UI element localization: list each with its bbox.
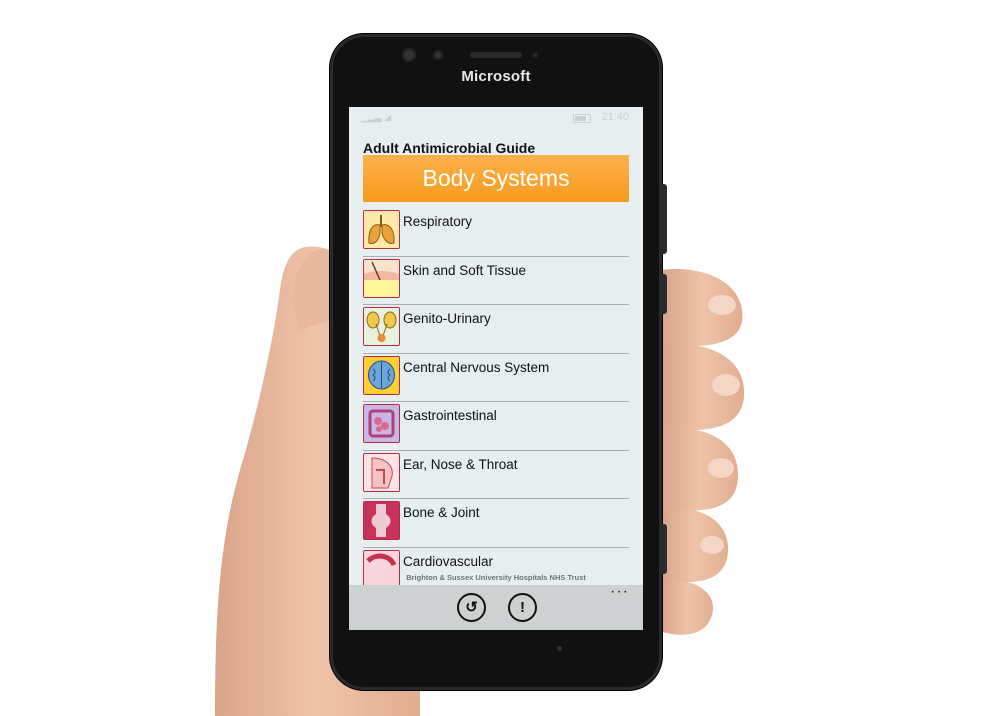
- more-options-button[interactable]: ···: [610, 583, 629, 601]
- list-item-label: Central Nervous System: [403, 359, 550, 375]
- earpiece-speaker: [470, 52, 522, 58]
- list-item-skin[interactable]: Skin and Soft Tissue: [363, 257, 629, 305]
- signal-icon: ▁▂▃ ◢: [361, 112, 392, 122]
- sensor-icon: [433, 50, 443, 60]
- back-button[interactable]: ↺: [457, 593, 486, 622]
- phone-device: Microsoft ▁▂▃ ◢ 21:40 Adult Antimicrobia…: [330, 34, 667, 690]
- list-item-label: Gastrointestinal: [403, 408, 497, 423]
- exclamation-icon: !: [520, 599, 525, 616]
- list-item-label: Genito-Urinary: [403, 311, 491, 326]
- lungs-icon: [363, 210, 400, 249]
- skin-icon: [363, 258, 400, 298]
- footer-credit: Brighton & Sussex University Hospitals N…: [406, 573, 586, 582]
- list-item-cns[interactable]: Central Nervous System: [363, 354, 629, 402]
- app-bar: ↺ ! ···: [349, 583, 643, 630]
- intestines-icon: [363, 404, 400, 443]
- brain-icon: [363, 355, 400, 395]
- list-item-ent[interactable]: Ear, Nose & Throat: [363, 451, 629, 499]
- phone-screen: ▁▂▃ ◢ 21:40 Adult Antimicrobial Guide Bo…: [349, 107, 643, 630]
- body-systems-list: Respiratory Skin and Soft Tissue Genito-…: [363, 208, 629, 595]
- joint-icon: [363, 501, 400, 540]
- kidneys-icon: [363, 307, 400, 346]
- list-item-bone-joint[interactable]: Bone & Joint: [363, 499, 629, 548]
- section-banner: Body Systems: [363, 155, 629, 202]
- status-bar: ▁▂▃ ◢ 21:40: [349, 107, 643, 129]
- info-button[interactable]: !: [508, 593, 537, 622]
- list-item-respiratory[interactable]: Respiratory: [363, 208, 629, 257]
- power-button[interactable]: [662, 274, 667, 314]
- brand-logo: Microsoft: [461, 68, 531, 85]
- heart-icon: [363, 549, 400, 589]
- list-item-label: Cardiovascular: [403, 553, 494, 569]
- status-time: 21:40: [601, 111, 629, 123]
- battery-icon: [573, 114, 591, 123]
- ent-icon: [363, 452, 400, 492]
- volume-button[interactable]: [662, 184, 667, 254]
- list-item-label: Skin and Soft Tissue: [403, 262, 527, 278]
- back-arrow-icon: ↺: [465, 599, 478, 616]
- list-item-label: Respiratory: [403, 214, 473, 229]
- home-indicator: [557, 646, 562, 651]
- list-item-label: Ear, Nose & Throat: [403, 456, 518, 472]
- list-item-label: Bone & Joint: [403, 505, 480, 520]
- light-sensor-icon: [532, 52, 538, 58]
- list-item-gastrointestinal[interactable]: Gastrointestinal: [363, 402, 629, 451]
- camera-button[interactable]: [662, 524, 667, 574]
- app-title: Adult Antimicrobial Guide: [363, 140, 536, 156]
- front-camera-icon: [402, 48, 416, 62]
- list-item-genito-urinary[interactable]: Genito-Urinary: [363, 305, 629, 354]
